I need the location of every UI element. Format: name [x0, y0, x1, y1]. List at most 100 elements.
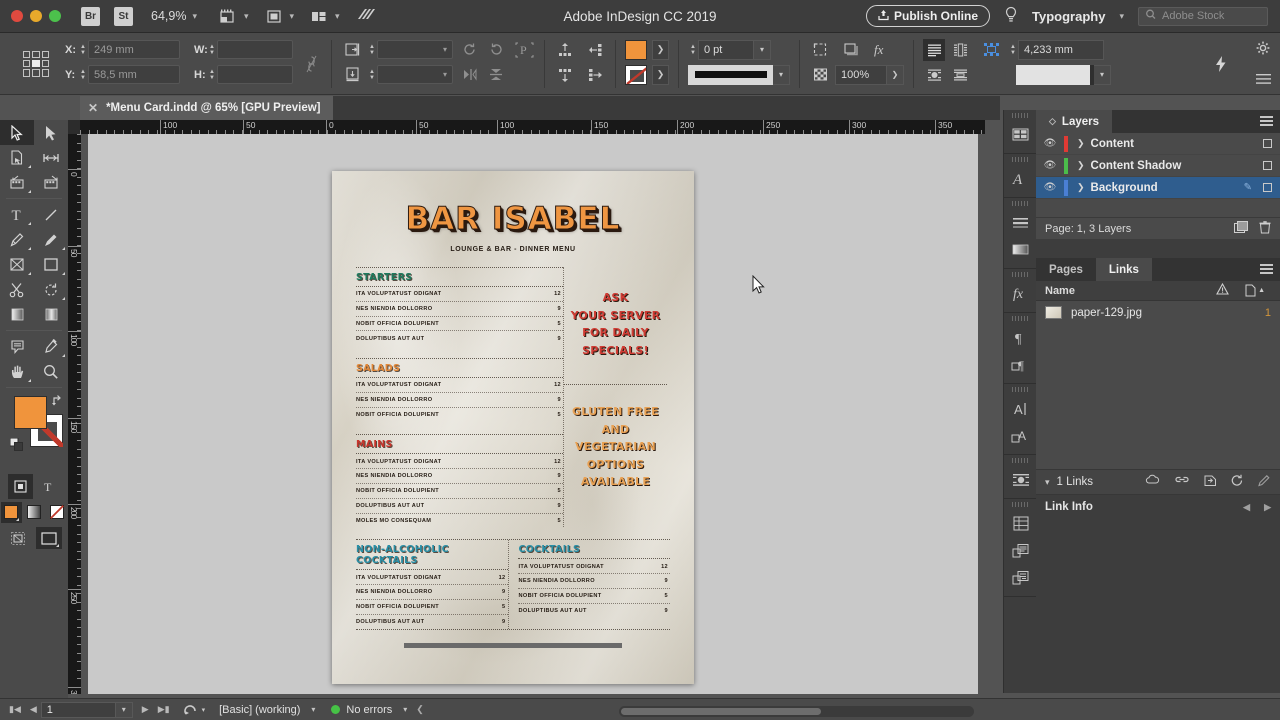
zoom-level-chevron-down-icon[interactable]: ▾ — [192, 11, 197, 22]
page-number-chevron-down-icon[interactable]: ▾ — [115, 701, 133, 718]
stroke-weight-stepper[interactable]: ▲ ▼ — [688, 41, 698, 59]
scale-y-stepper[interactable]: ▲ ▼ — [367, 66, 377, 84]
stroke-swatch-dropdown-button[interactable]: ❯ — [652, 64, 669, 85]
previous-page-icon[interactable]: ◀ — [30, 704, 37, 715]
ref-pt-8[interactable] — [41, 69, 49, 77]
stock-button[interactable]: St — [114, 6, 133, 26]
paragraph-styles-panel-icon[interactable]: ¶ — [1004, 324, 1037, 351]
document-tab[interactable]: ✕ *Menu Card.indd @ 65% [GPU Preview] — [80, 96, 333, 120]
links-page-column-icon[interactable]: ▲ — [1245, 284, 1265, 297]
direct-selection-tool[interactable] — [34, 120, 68, 145]
layer-target-checkbox[interactable] — [1263, 161, 1272, 170]
text-wrap-panel-icon[interactable] — [1004, 466, 1037, 493]
normal-view-mode-button[interactable] — [6, 527, 30, 549]
rotate-cw-icon[interactable] — [459, 39, 481, 61]
y-stepper[interactable]: ▲ ▼ — [78, 66, 88, 84]
adobe-stock-search-input[interactable]: Adobe Stock — [1138, 6, 1268, 26]
swap-fill-stroke-icon[interactable] — [51, 394, 64, 409]
drop-shadow-icon[interactable] — [840, 39, 862, 61]
character-styles-panel-icon[interactable]: ¶ — [1004, 351, 1037, 378]
formatting-affects-text-button[interactable]: T — [36, 474, 61, 499]
reference-point-selector[interactable] — [23, 50, 49, 77]
chevron-down-icon[interactable]: ▾ — [1045, 477, 1050, 488]
flip-horizontal-icon[interactable] — [459, 64, 481, 86]
close-window-button[interactable] — [11, 10, 23, 22]
layer-row[interactable]: 👁 ❯ Content Shadow — [1036, 155, 1280, 177]
screen-mode-icon[interactable] — [219, 8, 238, 25]
text-wrap-jump-icon[interactable] — [949, 64, 971, 86]
horizontal-scrollbar-thumb[interactable] — [621, 708, 821, 715]
panel-grip[interactable] — [1012, 272, 1028, 277]
link-info-section[interactable]: Link Info ◀ ▶ — [1036, 495, 1280, 519]
ref-pt-6[interactable] — [23, 69, 31, 77]
scale-x-stepper[interactable]: ▲ ▼ — [367, 41, 377, 59]
links-status-warning-icon[interactable] — [1216, 282, 1229, 298]
ref-pt-7[interactable] — [32, 69, 40, 77]
rotate-ccw-icon[interactable] — [485, 39, 507, 61]
links-panel-menu-hamburger-icon[interactable] — [1260, 264, 1273, 275]
flip-vertical-icon[interactable] — [485, 64, 507, 86]
preflight-profile-label[interactable]: [Basic] (working) — [219, 704, 300, 716]
panel-grip[interactable] — [1012, 201, 1028, 206]
rectangle-tool[interactable] — [34, 252, 68, 277]
chevron-right-icon[interactable]: ❯ — [1077, 160, 1085, 171]
effects-panel-icon[interactable]: fx — [1004, 280, 1037, 307]
stroke-panel-icon[interactable] — [1004, 209, 1037, 236]
glyphs-panel-icon[interactable]: A — [1004, 165, 1037, 192]
workspace-switcher-label[interactable]: Typography — [1032, 9, 1105, 24]
free-transform-tool[interactable] — [34, 277, 68, 302]
inset-stepper[interactable]: ▲ ▼ — [1008, 41, 1018, 59]
panel-grip[interactable] — [1012, 387, 1028, 392]
gradient-feather-preview[interactable] — [1016, 64, 1094, 85]
gradient-feather-tool[interactable] — [34, 302, 68, 327]
x-input[interactable]: 249 mm — [88, 40, 180, 59]
errors-chevron-down-icon[interactable]: ▾ — [403, 705, 407, 714]
scale-y-input[interactable]: ▾ — [377, 65, 453, 84]
eye-icon[interactable]: 👁 — [1036, 138, 1064, 149]
character-panel-icon[interactable]: A — [1004, 395, 1037, 422]
text-wrap-contour-icon[interactable] — [923, 64, 945, 86]
view-options-chevron-down-icon[interactable]: ▾ — [290, 11, 295, 22]
effects-fx-icon[interactable]: fx — [871, 39, 893, 61]
pages-panel-icon[interactable] — [1004, 121, 1037, 148]
text-frame-inset-input[interactable]: 4,233 mm — [1018, 39, 1104, 60]
y-input[interactable]: 58,5 mm — [88, 65, 180, 84]
discover-lightbulb-icon[interactable] — [1004, 6, 1018, 27]
horizontal-scrollbar[interactable] — [619, 706, 974, 717]
opacity-icon[interactable] — [809, 64, 831, 86]
relink-link-icon[interactable] — [1174, 474, 1190, 490]
workspace-chevron-down-icon[interactable]: ▾ — [1119, 11, 1124, 22]
layer-target-checkbox[interactable] — [1263, 139, 1272, 148]
content-collector-tool[interactable] — [0, 170, 34, 195]
last-page-icon[interactable]: ▶▮ — [158, 704, 170, 715]
cc-libraries-icon[interactable] — [356, 8, 375, 25]
note-tool[interactable] — [0, 334, 34, 359]
link-row[interactable]: paper-129.jpg 1 — [1036, 301, 1280, 324]
first-page-icon[interactable]: ▮◀ — [9, 704, 21, 715]
pen-tool[interactable] — [0, 227, 34, 252]
constrain-proportions-chain-icon[interactable] — [300, 53, 322, 75]
pencil-tool[interactable] — [34, 227, 68, 252]
vertical-ruler[interactable]: 0 50 100 150 200 250 3 — [68, 134, 81, 694]
publish-online-button[interactable]: Publish Online — [866, 5, 991, 27]
delete-layer-trash-icon[interactable] — [1259, 220, 1271, 237]
hand-tool[interactable] — [0, 359, 34, 384]
chevron-right-icon[interactable]: ❯ — [1077, 182, 1085, 193]
selection-tool[interactable] — [0, 120, 34, 145]
layer-target-checkbox[interactable] — [1263, 183, 1272, 192]
arrange-documents-chevron-down-icon[interactable]: ▾ — [335, 11, 340, 22]
close-icon[interactable]: ✕ — [88, 101, 98, 115]
ref-pt-2[interactable] — [41, 50, 49, 58]
content-placer-tool[interactable] — [34, 170, 68, 195]
align-left-objects-icon[interactable] — [584, 39, 606, 61]
type-tool[interactable]: T — [0, 202, 34, 227]
h-input[interactable] — [217, 65, 293, 84]
next-page-icon[interactable]: ▶ — [142, 704, 149, 715]
control-panel-settings-gear-icon[interactable] — [1252, 37, 1274, 59]
w-stepper[interactable]: ▲ ▼ — [207, 41, 217, 59]
text-wrap-bounding-box-icon[interactable] — [949, 39, 971, 61]
cc-libraries-panel-icon[interactable] — [1004, 537, 1037, 564]
bridge-button[interactable]: Br — [81, 6, 100, 26]
w-input[interactable] — [217, 40, 293, 59]
preflight-profile-chevron-down-icon[interactable]: ▾ — [311, 705, 315, 714]
